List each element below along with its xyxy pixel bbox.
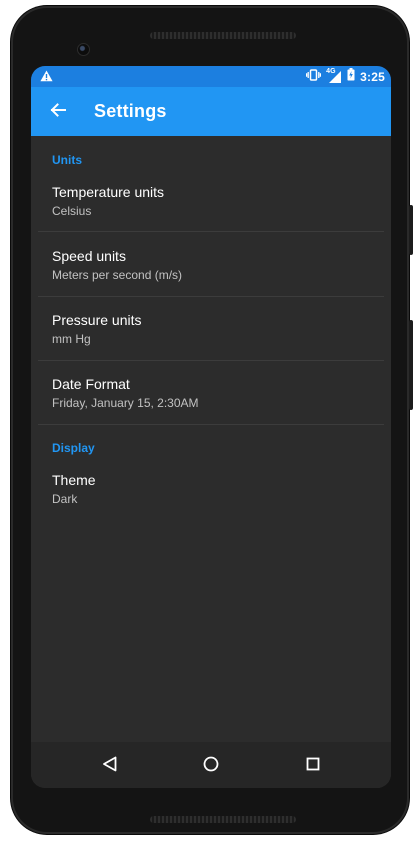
divider bbox=[38, 360, 384, 361]
section-header-display: Display bbox=[52, 441, 95, 455]
bottom-speaker bbox=[150, 816, 296, 823]
pref-speed-units[interactable]: Speed units Meters per second (m/s) bbox=[31, 248, 391, 312]
pref-title: Pressure units bbox=[52, 312, 142, 328]
home-circle-icon bbox=[203, 756, 219, 777]
earpiece-speaker bbox=[150, 32, 296, 39]
pref-summary: Friday, January 15, 2:30AM bbox=[52, 396, 199, 410]
pref-title: Date Format bbox=[52, 376, 130, 392]
pref-date-format[interactable]: Date Format Friday, January 15, 2:30AM bbox=[31, 376, 391, 440]
recents-square-icon bbox=[306, 757, 320, 776]
page-title: Settings bbox=[94, 101, 167, 121]
pref-title: Theme bbox=[52, 472, 96, 488]
pref-summary: Dark bbox=[52, 492, 78, 506]
cellular-signal-icon: 4G bbox=[326, 68, 342, 84]
battery-charging-icon bbox=[347, 67, 355, 86]
divider bbox=[38, 231, 384, 232]
app-screen: 4G 3:25 Settings Units Temperature units… bbox=[31, 66, 391, 788]
back-triangle-icon bbox=[102, 756, 118, 777]
arrow-back-icon bbox=[50, 102, 66, 122]
pref-title: Speed units bbox=[52, 248, 126, 264]
app-toolbar: Settings bbox=[31, 87, 391, 136]
navigation-bar bbox=[31, 742, 391, 788]
clock: 3:25 bbox=[360, 69, 385, 84]
pref-theme[interactable]: Theme Dark bbox=[31, 472, 391, 536]
vibrate-icon bbox=[306, 68, 322, 86]
pref-title: Temperature units bbox=[52, 184, 165, 200]
pref-summary: Celsius bbox=[52, 204, 92, 218]
pref-summary: mm Hg bbox=[52, 332, 91, 346]
back-button[interactable] bbox=[41, 95, 75, 129]
status-bar: 4G 3:25 bbox=[31, 66, 391, 87]
divider bbox=[38, 424, 384, 425]
section-header-units: Units bbox=[52, 153, 82, 167]
power-button bbox=[409, 205, 413, 255]
volume-button bbox=[409, 320, 413, 410]
pref-temperature-units[interactable]: Temperature units Celsius bbox=[31, 184, 391, 248]
divider bbox=[38, 296, 384, 297]
pref-summary: Meters per second (m/s) bbox=[52, 268, 183, 282]
pref-pressure-units[interactable]: Pressure units mm Hg bbox=[31, 312, 391, 376]
front-camera bbox=[77, 43, 90, 56]
nav-home-button[interactable] bbox=[196, 751, 226, 781]
nav-back-button[interactable] bbox=[95, 751, 125, 781]
nav-recents-button[interactable] bbox=[298, 751, 328, 781]
warning-icon bbox=[40, 69, 53, 87]
status-icons: 4G 3:25 bbox=[306, 67, 385, 86]
